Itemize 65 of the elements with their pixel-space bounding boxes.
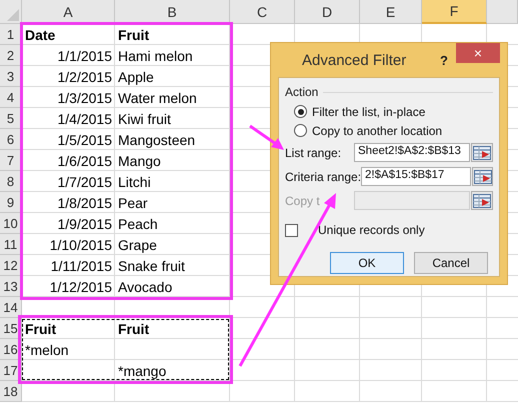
table-cell-text: 1/2/2015 <box>56 68 113 86</box>
field-label: Criteria range: <box>285 170 362 184</box>
range-field[interactable]: 2!$A$15:$B$17 <box>361 167 472 186</box>
table-cell-text: Mangosteen <box>117 130 196 150</box>
table-cell-text: 1/4/2015 <box>56 110 113 128</box>
table-cell-text: 1/8/2015 <box>56 194 113 212</box>
table-cell-text: Peach <box>117 214 159 234</box>
table-cell-text: Grape <box>117 236 158 255</box>
row-header[interactable]: 4 <box>0 87 22 108</box>
radio-option[interactable]: Copy to another location <box>285 121 493 140</box>
table-cell-text: Avocado <box>117 278 174 296</box>
table-cell-text: 1/10/2015 <box>48 236 113 254</box>
range-field[interactable]: Sheet2!$A$2:$B$13 <box>354 143 470 162</box>
row-header[interactable]: 12 <box>0 255 22 276</box>
table-cell-text: Water melon <box>117 88 198 108</box>
column-header[interactable]: F <box>422 0 487 24</box>
close-button[interactable]: × <box>456 43 500 63</box>
table-cell-text: Kiwi fruit <box>117 110 172 128</box>
row-header[interactable]: 10 <box>0 213 22 234</box>
table-cell-text: Litchi <box>117 172 152 192</box>
table-cell-text: Apple <box>117 68 155 87</box>
dialog-title: Advanced Filter <box>302 52 406 68</box>
table-cell-text: 1/12/2015 <box>48 278 113 296</box>
table-cell-text: 1/3/2015 <box>56 88 113 108</box>
row-header[interactable]: 2 <box>0 45 22 66</box>
table-cell-text: 1/7/2015 <box>56 172 113 192</box>
table-cell-text: 1/6/2015 <box>56 152 113 170</box>
table-cell-text: Mango <box>117 152 162 171</box>
table-cell-text: 1/9/2015 <box>56 214 113 234</box>
table-cell-text: Fruit <box>117 320 150 338</box>
table-cell-text: 1/5/2015 <box>56 130 113 150</box>
table-cell-text: *melon <box>24 340 70 360</box>
row-header[interactable]: 3 <box>0 66 22 87</box>
cancel-button[interactable]: Cancel <box>414 252 488 274</box>
table-cell-text: Hami melon <box>117 46 194 66</box>
table-cell-text: 1/11/2015 <box>50 256 113 276</box>
row-header[interactable]: 6 <box>0 129 22 150</box>
row-header[interactable]: 7 <box>0 150 22 171</box>
table-cell-text: Date <box>24 26 56 44</box>
table-cell-text: Fruit <box>117 26 150 44</box>
row-header[interactable]: 5 <box>0 108 22 129</box>
row-header[interactable]: 11 <box>0 234 22 255</box>
checkbox-option[interactable]: Unique records only <box>285 220 493 240</box>
group-label: Action <box>285 85 318 99</box>
field-label: Copy t <box>285 194 320 208</box>
column-header[interactable]: B <box>115 0 230 24</box>
ok-button[interactable]: OK <box>330 252 404 274</box>
field-label: List range: <box>285 146 342 160</box>
table-cell-text: Fruit <box>24 320 58 338</box>
column-header[interactable]: D <box>295 0 360 24</box>
table-cell-text: 1/1/2015 <box>56 46 113 66</box>
table-cell-text: *mango <box>117 362 168 381</box>
row-header[interactable]: 13 <box>0 276 22 297</box>
row-header[interactable]: 18 <box>0 381 22 402</box>
column-header[interactable]: C <box>230 0 295 24</box>
help-button[interactable]: ? <box>432 52 456 68</box>
table-cell-text: Snake fruit <box>117 256 186 276</box>
table-cell-text: Pear <box>117 194 149 212</box>
row-header[interactable]: 9 <box>0 192 22 213</box>
column-header[interactable]: A <box>22 0 115 24</box>
row-header[interactable]: 1 <box>0 24 22 45</box>
row-header[interactable]: 8 <box>0 171 22 192</box>
row-header[interactable]: 14 <box>0 297 22 318</box>
radio-option[interactable]: Filter the list, in-place <box>285 102 493 121</box>
column-header[interactable]: E <box>360 0 422 24</box>
